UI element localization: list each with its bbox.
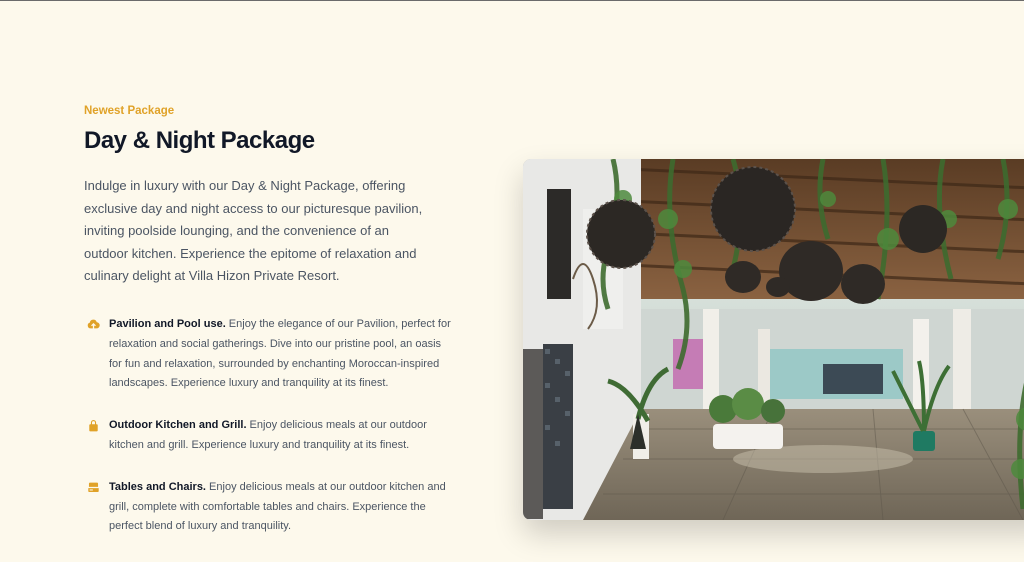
lock-icon bbox=[89, 420, 98, 432]
cloud-upload-icon bbox=[87, 319, 100, 329]
feature-pavilion-pool: Pavilion and Pool use. Enjoy the eleganc… bbox=[84, 315, 454, 394]
feature-name: Pavilion and Pool use. bbox=[109, 318, 226, 330]
feature-name: Tables and Chairs. bbox=[109, 480, 206, 493]
package-section: Newest Package Day & Night Package Indul… bbox=[0, 0, 1024, 562]
pavilion-photo bbox=[523, 159, 1024, 520]
feature-name: Outdoor Kitchen and Grill. bbox=[109, 419, 247, 432]
pavilion-photo-illustration bbox=[523, 159, 1024, 520]
package-eyebrow: Newest Package bbox=[84, 105, 175, 117]
feature-tables-chairs: Tables and Chairs. Enjoy delicious meals… bbox=[84, 478, 454, 537]
feature-list: Pavilion and Pool use. Enjoy the eleganc… bbox=[84, 315, 454, 559]
feature-outdoor-kitchen: Outdoor Kitchen and Grill. Enjoy delicio… bbox=[84, 416, 454, 456]
server-icon bbox=[88, 482, 99, 492]
package-title: Day & Night Package bbox=[84, 127, 315, 154]
package-description: Indulge in luxury with our Day & Night P… bbox=[84, 178, 423, 283]
